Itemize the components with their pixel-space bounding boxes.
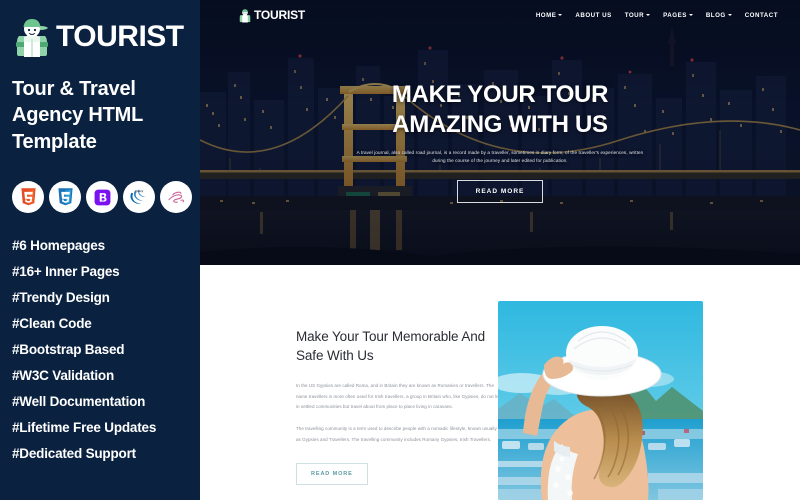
hero-section: MAKE YOUR TOUR AMAZING WITH US A travel …: [200, 0, 800, 265]
website-preview: MAKE YOUR TOUR AMAZING WITH US A travel …: [200, 0, 800, 500]
hero-title: MAKE YOUR TOUR AMAZING WITH US: [391, 81, 609, 138]
nav-item-label: HOME: [535, 11, 557, 19]
list-item: #W3C Validation: [12, 368, 115, 384]
tech-stack-badges: HTML5 CSS3 jQuery: [12, 181, 192, 214]
list-item: #16+ Inner Pages: [12, 264, 120, 280]
nav-item-tour[interactable]: TOUR: [624, 11, 651, 19]
list-item: #Well Documentation: [12, 394, 146, 410]
sidebar-tagline: Tour & Travel Agency HTML Template: [12, 78, 143, 153]
about-section: Make Your Tour Memorable And Safe With U…: [200, 265, 800, 500]
list-item: #Lifetime Free Updates: [12, 420, 157, 436]
nav-item-label: ABOUT US: [575, 11, 612, 19]
nav-item-label: TOUR: [624, 11, 645, 19]
nav-item-label: PAGES: [663, 11, 687, 19]
nav-item-blog[interactable]: BLOG: [706, 12, 732, 19]
navbar-brand[interactable]: TOURIST: [238, 8, 305, 23]
nav-item-label: CONTACT: [744, 11, 778, 19]
about-text-column: Make Your Tour Memorable And Safe With U…: [200, 265, 502, 500]
feature-list: #6 Homepages #16+ Inner Pages #Trendy De…: [12, 239, 188, 461]
about-paragraph-1: In the US Gypsies are called Roma, and i…: [296, 383, 502, 410]
about-title: Make Your Tour Memorable And Safe With U…: [296, 329, 486, 364]
list-item: #Dedicated Support: [12, 446, 136, 462]
list-item: #6 Homepages: [12, 238, 105, 254]
sass-icon: [160, 181, 192, 214]
bootstrap-icon: [86, 181, 118, 214]
about-paragraph-2: The travelling community is a term used …: [296, 426, 497, 442]
product-sidebar: TOURIST Tour & Travel Agency HTML Templa…: [0, 0, 200, 500]
svg-text:CSS3: CSS3: [62, 189, 69, 192]
about-read-more-button[interactable]: READ MORE: [296, 463, 368, 486]
main-navigation: TOURIST HOME ABOUT US TOUR PAGES BLOG CO…: [200, 0, 800, 30]
svg-text:jQuery: jQuery: [134, 189, 144, 193]
jquery-icon: jQuery: [123, 181, 155, 214]
css3-icon: CSS3: [49, 181, 81, 214]
template-preview-page: TOURIST Tour & Travel Agency HTML Templa…: [0, 0, 800, 500]
hiker-backpacker-icon: [238, 8, 252, 23]
navbar-menu: HOME ABOUT US TOUR PAGES BLOG CONTACT: [536, 12, 778, 19]
nav-item-pages[interactable]: PAGES: [663, 12, 693, 19]
chevron-down-icon: [646, 14, 651, 16]
nav-item-home[interactable]: HOME: [536, 12, 563, 19]
list-item: #Clean Code: [12, 316, 92, 332]
about-image: [498, 301, 703, 500]
html5-icon: HTML5: [12, 181, 44, 214]
hero-read-more-button[interactable]: READ MORE: [456, 179, 544, 203]
sidebar-brand: TOURIST: [12, 14, 188, 60]
list-item: #Trendy Design: [12, 290, 110, 306]
hero-subtitle: A travel journal, also called road journ…: [356, 149, 644, 164]
navbar-brand-name: TOURIST: [254, 8, 306, 22]
svg-text:HTML5: HTML5: [24, 190, 32, 192]
hero-content: MAKE YOUR TOUR AMAZING WITH US A travel …: [200, 0, 800, 265]
nav-item-about-us[interactable]: ABOUT US: [575, 12, 611, 19]
chevron-down-icon: [558, 14, 563, 16]
list-item: #Bootstrap Based: [12, 342, 125, 358]
hiker-backpacker-icon: [12, 16, 52, 58]
chevron-down-icon: [727, 14, 732, 16]
sidebar-brand-name: TOURIST: [56, 20, 184, 53]
nav-item-label: BLOG: [705, 11, 726, 19]
chevron-down-icon: [688, 14, 693, 16]
nav-item-contact[interactable]: CONTACT: [745, 12, 778, 19]
